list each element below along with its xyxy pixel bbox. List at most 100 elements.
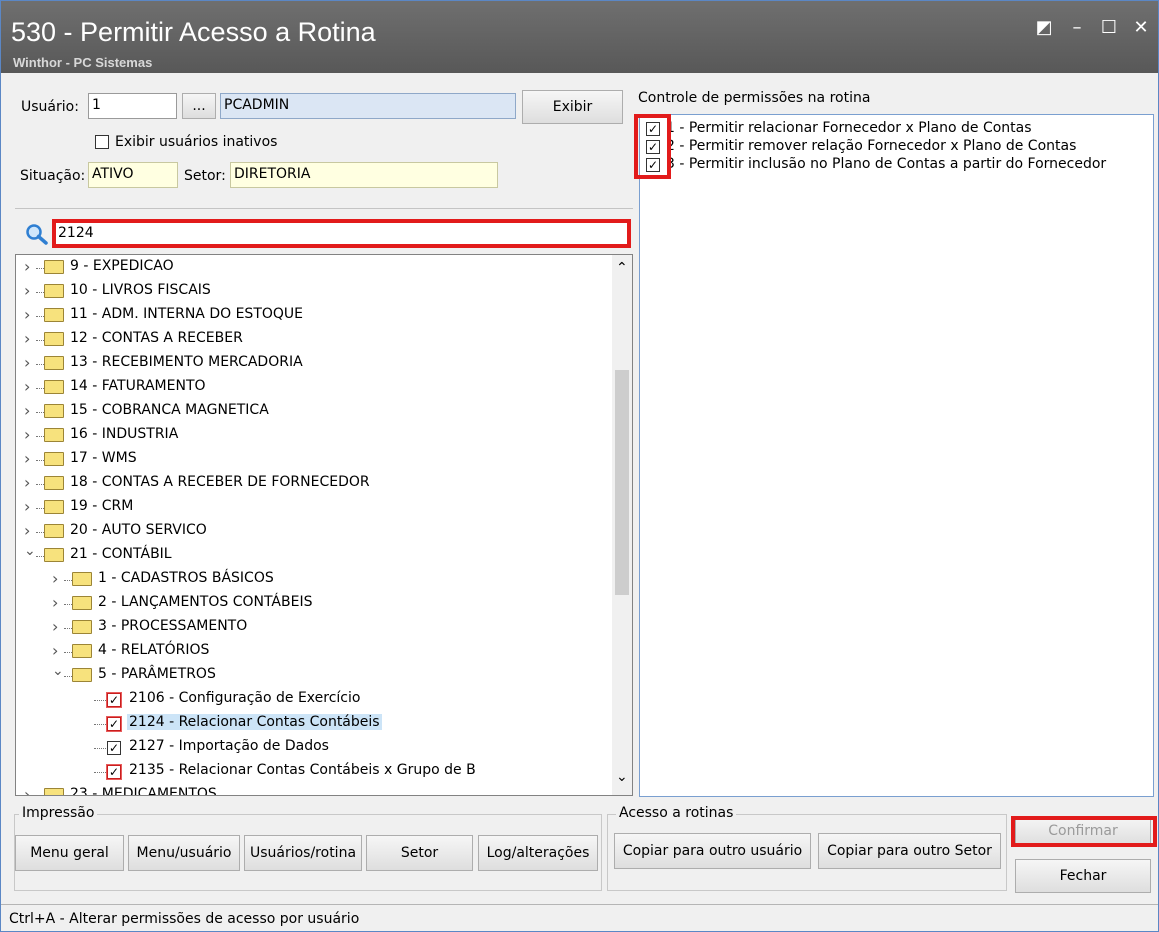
expand-icon[interactable]: › (24, 473, 36, 492)
tree-routine-item[interactable]: ✓ 2135 - Relacionar Contas Contábeis x Gr… (16, 761, 612, 783)
copiar-usuario-button[interactable]: Copiar para outro usuário (614, 833, 811, 869)
title-bar: 530 - Permitir Acesso a Rotina Winthor -… (1, 1, 1158, 73)
collapse-icon[interactable]: ⌄ (24, 543, 36, 559)
folder-icon (44, 548, 64, 562)
tree-folder-item[interactable]: › 10 - LIVROS FISCAIS (16, 281, 612, 303)
main-window: 530 - Permitir Acesso a Rotina Winthor -… (0, 0, 1159, 932)
tree-connector (36, 388, 44, 389)
expand-icon[interactable]: › (24, 425, 36, 444)
expand-icon[interactable]: › (24, 329, 36, 348)
tree-folder-item[interactable]: › 16 - INDUSTRIA (16, 425, 612, 447)
menu-usuario-button[interactable]: Menu/usuário (128, 835, 240, 871)
folder-icon (72, 620, 92, 634)
tree-item-label: 5 - PARÂMETROS (98, 666, 216, 682)
menu-geral-button[interactable]: Menu geral (15, 835, 124, 871)
tree-folder-item[interactable]: › 3 - PROCESSAMENTO (16, 617, 612, 639)
tree-folder-item[interactable]: › 17 - WMS (16, 449, 612, 471)
scroll-up-icon[interactable]: ⌃ (616, 260, 628, 276)
expand-icon[interactable]: › (52, 593, 64, 612)
tree-folder-item[interactable]: › 9 - EXPEDICAO (16, 257, 612, 279)
tree-folder-item[interactable]: › 14 - FATURAMENTO (16, 377, 612, 399)
tree-connector (94, 748, 106, 749)
tree-connector (64, 676, 72, 677)
inativos-checkbox[interactable] (95, 135, 109, 149)
scroll-thumb[interactable] (615, 370, 629, 595)
tree-item-label: 13 - RECEBIMENTO MERCADORIA (70, 354, 303, 370)
expand-icon[interactable]: › (52, 617, 64, 636)
expand-icon[interactable]: › (24, 449, 36, 468)
expand-icon[interactable]: › (52, 569, 64, 588)
maximize-button[interactable]: ☐ (1096, 17, 1122, 38)
expand-icon[interactable]: › (24, 305, 36, 324)
routine-checkbox[interactable]: ✓ (107, 765, 121, 779)
tree-folder-item[interactable]: › 11 - ADM. INTERNA DO ESTOQUE (16, 305, 612, 327)
folder-icon (44, 428, 64, 442)
tree-connector (36, 436, 44, 437)
folder-icon (44, 260, 64, 274)
expand-icon[interactable]: › (24, 521, 36, 540)
expand-icon[interactable]: › (24, 401, 36, 420)
tree-folder-item[interactable]: › 12 - CONTAS A RECEBER (16, 329, 612, 351)
tree-folder-item[interactable]: › 18 - CONTAS A RECEBER DE FORNECEDOR (16, 473, 612, 495)
tree-folder-item[interactable]: › 1 - CADASTROS BÁSICOS (16, 569, 612, 591)
tree-item-label: 9 - EXPEDICAO (70, 258, 174, 274)
exibir-button[interactable]: Exibir (522, 90, 623, 124)
folder-icon (72, 572, 92, 586)
log-alteracoes-button[interactable]: Log/alterações (478, 835, 598, 871)
expand-icon[interactable]: › (52, 641, 64, 660)
permissions-list: ✓ 1 - Permitir relacionar Fornecedor x P… (639, 114, 1154, 797)
highlight-search (52, 219, 631, 248)
routine-checkbox[interactable]: ✓ (107, 717, 121, 731)
permission-label: 2 - Permitir remover relação Fornecedor … (666, 138, 1077, 154)
lookup-user-button[interactable]: ... (182, 93, 216, 119)
tree-folder-item[interactable]: › 23 - MEDICAMENTOS (16, 785, 612, 796)
folder-icon (44, 308, 64, 322)
tree-connector (36, 460, 44, 461)
inativos-label: Exibir usuários inativos (115, 134, 278, 150)
fechar-button[interactable]: Fechar (1015, 859, 1151, 893)
tree-folder-item[interactable]: › 20 - AUTO SERVICO (16, 521, 612, 543)
tree-connector (94, 772, 106, 773)
usuario-input[interactable]: 1 (88, 93, 177, 119)
expand-icon[interactable]: › (24, 257, 36, 276)
routine-tree[interactable]: › 9 - EXPEDICAO › 10 - LIVROS FISCAIS › 11 - … (15, 254, 633, 796)
routine-checkbox[interactable]: ✓ (107, 741, 121, 755)
tree-folder-item[interactable]: › 19 - CRM (16, 497, 612, 519)
setor-button[interactable]: Setor (366, 835, 473, 871)
expand-icon[interactable]: › (24, 497, 36, 516)
collapse-icon[interactable]: ⌄ (52, 663, 64, 679)
folder-icon (72, 596, 92, 610)
tree-folder-item[interactable]: ⌄ 21 - CONTÁBIL (16, 543, 612, 567)
tree-folder-item[interactable]: › 13 - RECEBIMENTO MERCADORIA (16, 353, 612, 375)
tree-item-label: 17 - WMS (70, 450, 137, 466)
usuarios-rotina-button[interactable]: Usuários/rotina (244, 835, 362, 871)
minimize-button[interactable]: – (1064, 17, 1090, 38)
tree-folder-item[interactable]: › 2 - LANÇAMENTOS CONTÁBEIS (16, 593, 612, 615)
tree-connector (64, 604, 72, 605)
tree-connector (94, 724, 106, 725)
tree-routine-item[interactable]: ✓ 2124 - Relacionar Contas Contábeis (16, 713, 612, 735)
tree-scrollbar[interactable]: ⌃ ⌄ (612, 255, 632, 795)
tree-connector (36, 556, 44, 557)
tree-item-label: 23 - MEDICAMENTOS (70, 786, 217, 796)
tree-routine-item[interactable]: ✓ 2106 - Configuração de Exercício (16, 689, 612, 711)
expand-icon[interactable]: › (24, 377, 36, 396)
folder-icon (44, 284, 64, 298)
restore-icon[interactable]: ◩ (1031, 17, 1057, 38)
status-bar: Ctrl+A - Alterar permissões de acesso po… (1, 904, 1158, 931)
scroll-down-icon[interactable]: ⌄ (616, 769, 628, 785)
close-button[interactable]: ✕ (1128, 17, 1154, 38)
tree-connector (36, 364, 44, 365)
tree-folder-item[interactable]: ⌄ 5 - PARÂMETROS (16, 663, 612, 687)
routine-checkbox[interactable]: ✓ (107, 693, 121, 707)
expand-icon[interactable]: › (24, 353, 36, 372)
folder-icon (44, 404, 64, 418)
tree-folder-item[interactable]: › 15 - COBRANCA MAGNETICA (16, 401, 612, 423)
expand-icon[interactable]: › (24, 785, 36, 795)
tree-folder-item[interactable]: › 4 - RELATÓRIOS (16, 641, 612, 663)
copiar-setor-button[interactable]: Copiar para outro Setor (818, 833, 1001, 869)
tree-item-label: 2 - LANÇAMENTOS CONTÁBEIS (98, 594, 313, 610)
user-name-field: PCADMIN (220, 93, 516, 119)
tree-routine-item[interactable]: ✓ 2127 - Importação de Dados (16, 737, 612, 759)
expand-icon[interactable]: › (24, 281, 36, 300)
